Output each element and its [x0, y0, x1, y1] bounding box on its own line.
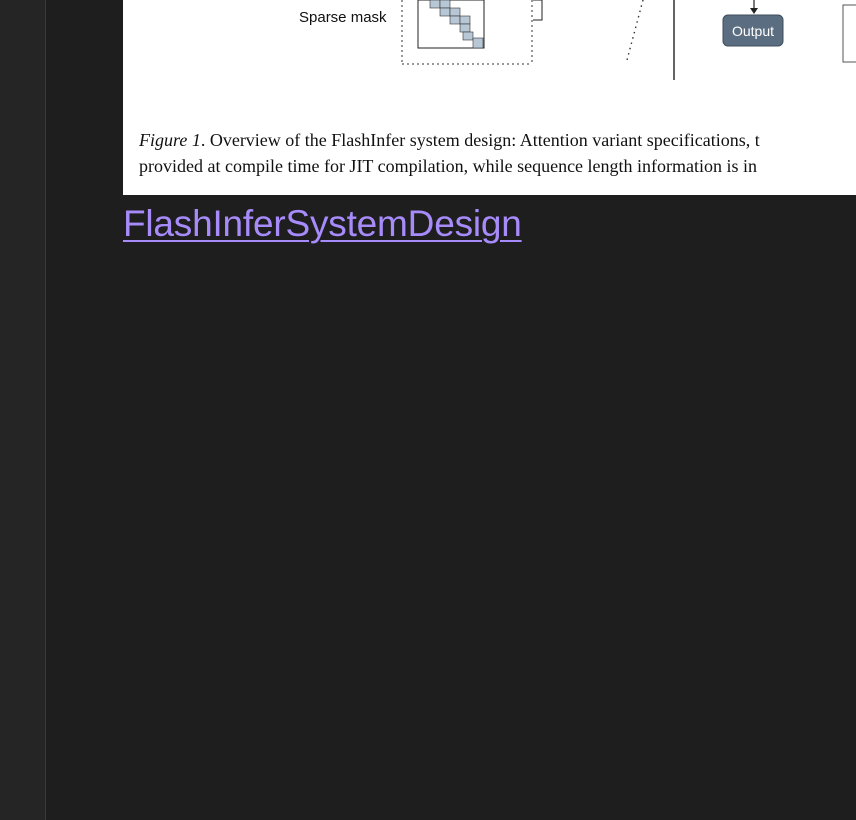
caption-figure-label: Figure 1 [139, 130, 201, 150]
bracket-shape [533, 0, 543, 21]
system-diagram: Sparse mask Output [299, 0, 856, 80]
output-label: Output [732, 23, 774, 39]
caption-line-2: provided at compile time for JIT compila… [139, 156, 758, 176]
left-sidebar [0, 0, 46, 820]
partial-box-right [842, 4, 856, 63]
caption-line-1: Figure 1. Overview of the FlashInfer sys… [139, 127, 856, 153]
figure-caption: Figure 1. Overview of the FlashInfer sys… [139, 127, 856, 179]
sparse-mask-label: Sparse mask [299, 9, 387, 26]
embed-file-link[interactable]: FlashInferSystemDesign [123, 203, 522, 245]
sparse-mask-matrix [417, 0, 485, 49]
caption-line-1-text: . Overview of the FlashInfer system desi… [200, 130, 760, 150]
embedded-figure-image: Sparse mask Output Figure 1. Overview of… [123, 0, 856, 195]
arrow-down-icon [750, 0, 758, 14]
dotted-separator [626, 0, 644, 61]
